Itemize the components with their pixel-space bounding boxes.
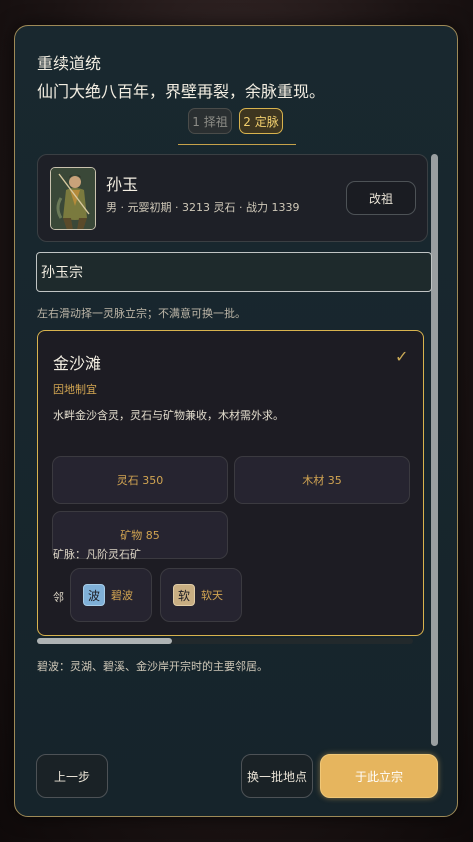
neighbor-name: 软天 <box>201 589 223 602</box>
neighbor-name: 碧波 <box>111 589 133 602</box>
step-1-tab[interactable]: 1 择祖 <box>188 108 232 134</box>
site-description: 水畔金沙含灵，灵石与矿物兼收，木材需外求。 <box>53 409 284 422</box>
found-sect-button[interactable]: 于此立宗 <box>320 754 438 798</box>
neighbor-label: 邻 <box>53 591 64 604</box>
reroll-sites-button[interactable]: 换一批地点 <box>241 754 313 798</box>
check-icon: ✓ <box>395 347 409 366</box>
neighbor-chip-ruantian[interactable]: 软 软天 <box>160 568 242 622</box>
founder-name: 孙玉 <box>106 175 139 194</box>
cultivator-portrait-icon <box>51 168 95 229</box>
horizontal-scrollbar-thumb[interactable] <box>37 638 172 644</box>
step-indicator: 1 择祖 2 定脉 <box>188 108 283 134</box>
site-card-selected[interactable]: 金沙滩 ✓ 因地制宜 水畔金沙含灵，灵石与矿物兼收，木材需外求。 灵石 350 … <box>37 330 424 636</box>
resource-wood: 木材 35 <box>234 456 410 504</box>
modal-subtitle: 仙门大绝八百年，界壁再裂，余脉重现。 <box>37 82 326 101</box>
vein-info: 矿脉：凡阶灵石矿 <box>53 548 141 561</box>
site-tag: 因地制宜 <box>53 383 97 396</box>
site-name: 金沙滩 <box>53 354 102 373</box>
hint-text: 左右滑动择一灵脉立宗；不满意可换一批。 <box>37 307 246 320</box>
modal-dialog: 重续道统 仙门大绝八百年，界壁再裂，余脉重现。 1 择祖 2 定脉 孙玉 男 ·… <box>14 25 458 817</box>
founder-meta: 男 · 元婴初期 · 3213 灵石 · 战力 1339 <box>106 201 300 214</box>
modal-title: 重续道统 <box>37 54 102 73</box>
founder-portrait <box>50 167 96 230</box>
step-2-tab[interactable]: 2 定脉 <box>239 108 283 134</box>
step-underline <box>178 144 296 145</box>
neighbor-chip-biboo[interactable]: 波 碧波 <box>70 568 152 622</box>
neighbor-note: 碧波：灵湖、碧溪、金沙岸开宗时的主要邻居。 <box>37 660 268 673</box>
sect-name-input[interactable] <box>36 252 432 292</box>
wave-icon: 波 <box>83 584 105 606</box>
soft-icon: 软 <box>173 584 195 606</box>
change-founder-button[interactable]: 改祖 <box>346 181 416 215</box>
vertical-scrollbar-thumb[interactable] <box>431 154 438 746</box>
resource-spirit-stone: 灵石 350 <box>52 456 228 504</box>
founder-card: 孙玉 男 · 元婴初期 · 3213 灵石 · 战力 1339 改祖 <box>37 154 428 242</box>
previous-step-button[interactable]: 上一步 <box>36 754 108 798</box>
